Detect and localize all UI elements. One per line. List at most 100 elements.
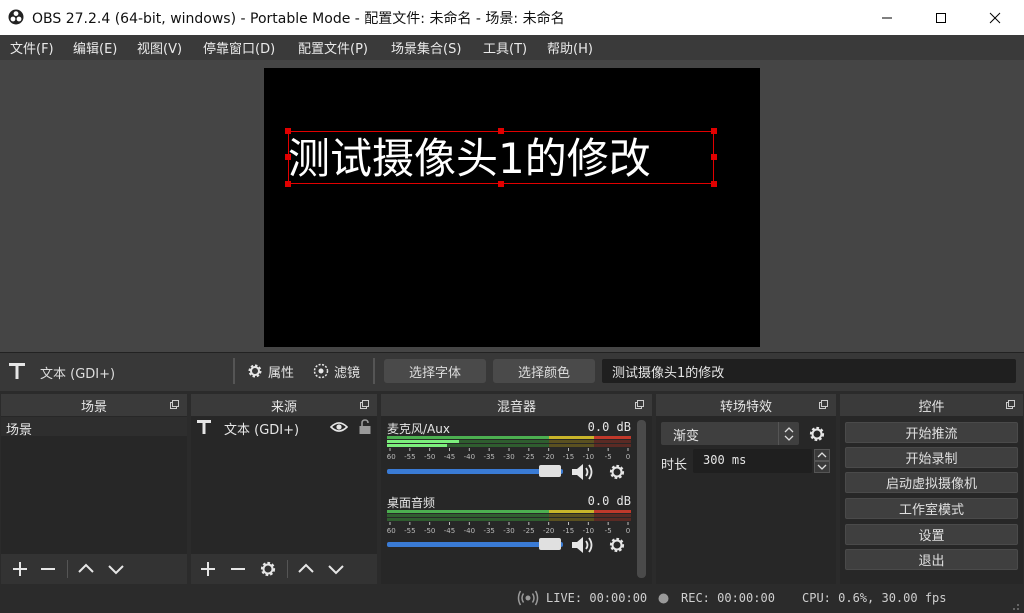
duration-input[interactable]: 300 ms xyxy=(693,449,812,473)
mixer-scrollbar[interactable] xyxy=(637,420,646,578)
gear-icon[interactable] xyxy=(607,462,627,482)
chevron-down-icon[interactable] xyxy=(106,559,126,579)
track-db: 0.0 dB xyxy=(587,420,631,434)
updown-icon xyxy=(784,427,794,441)
resize-handle-bottom-left[interactable] xyxy=(285,181,291,187)
transitions-dock-title: 转场特效 xyxy=(656,394,836,416)
menu-edit[interactable]: 编辑(E) xyxy=(73,38,117,57)
source-item-label: 文本 (GDI+) xyxy=(224,423,300,438)
controls-dock-title: 控件 xyxy=(840,394,1023,416)
duration-label: 时长 xyxy=(661,458,688,473)
meter-tick-label: -50 xyxy=(424,453,435,461)
meter-tick-label: -45 xyxy=(444,527,455,535)
scenes-dock-title: 场景 xyxy=(1,394,187,416)
track-name: 麦克风/Aux xyxy=(387,422,450,436)
chevron-up-icon[interactable] xyxy=(76,559,96,579)
select-font-button[interactable]: 选择字体 xyxy=(384,359,486,383)
resize-handle-top-right[interactable] xyxy=(711,128,717,134)
resize-handle-right[interactable] xyxy=(711,154,717,160)
unlock-icon[interactable] xyxy=(358,419,372,435)
resize-handle-top-left[interactable] xyxy=(285,128,291,134)
resize-handle-top[interactable] xyxy=(498,128,504,134)
properties-button[interactable]: 属性 xyxy=(246,359,294,383)
resize-handle-left[interactable] xyxy=(285,154,291,160)
separator xyxy=(778,422,779,445)
minimize-button[interactable] xyxy=(864,0,910,35)
cpu-status: CPU: 0.6%, 30.00 fps xyxy=(802,591,947,605)
gear-icon xyxy=(248,364,262,378)
float-dock-icon[interactable] xyxy=(819,400,828,409)
close-icon xyxy=(989,12,1001,23)
text-input[interactable]: 测试摄像头1的修改 xyxy=(602,359,1016,383)
speaker-icon[interactable] xyxy=(570,535,596,555)
preview-canvas[interactable] xyxy=(264,68,760,347)
filters-button[interactable]: 滤镜 xyxy=(312,359,360,383)
float-dock-icon[interactable] xyxy=(170,400,179,409)
speaker-icon[interactable] xyxy=(570,462,596,482)
start-recording-button[interactable]: 开始录制 xyxy=(845,447,1018,468)
minimize-icon xyxy=(882,17,892,18)
meter-tick-label: 0 xyxy=(626,453,630,461)
meter-tick-label: -40 xyxy=(464,453,475,461)
resize-handle-bottom-right[interactable] xyxy=(711,181,717,187)
float-dock-icon[interactable] xyxy=(1006,400,1015,409)
add-icon[interactable] xyxy=(198,559,218,579)
transition-select[interactable]: 渐变 xyxy=(661,422,799,445)
select-color-button[interactable]: 选择颜色 xyxy=(493,359,595,383)
meter-tick-label: -25 xyxy=(523,453,534,461)
meter-tick-label: -35 xyxy=(483,453,494,461)
settings-button[interactable]: 设置 xyxy=(845,524,1018,545)
close-button[interactable] xyxy=(972,0,1018,35)
menu-profile[interactable]: 配置文件(P) xyxy=(298,38,368,57)
float-dock-icon[interactable] xyxy=(635,400,644,409)
menu-view[interactable]: 视图(V) xyxy=(137,38,182,57)
add-icon[interactable] xyxy=(10,559,30,579)
separator xyxy=(373,358,375,384)
meter-ticks: -60-55-50-45-40-35-30-25-20-15-10-50 xyxy=(387,522,630,535)
broadcast-icon xyxy=(517,590,539,606)
sources-dock: 来源 文本 (GDI+) xyxy=(191,394,377,584)
scene-item[interactable]: 场景 xyxy=(1,417,187,438)
menu-scene-collection[interactable]: 场景集合(S) xyxy=(391,38,461,57)
chevron-up-icon[interactable] xyxy=(296,559,316,579)
chevron-down-icon[interactable] xyxy=(326,559,346,579)
meter-tick-label: -10 xyxy=(583,527,594,535)
meter-tick-label: -30 xyxy=(503,453,514,461)
selection-box[interactable] xyxy=(288,131,714,184)
start-virtual-camera-button[interactable]: 启动虚拟摄像机 xyxy=(845,472,1018,493)
menu-docks[interactable]: 停靠窗口(D) xyxy=(203,38,275,57)
remove-icon[interactable] xyxy=(38,559,58,579)
separator xyxy=(287,560,288,578)
separator xyxy=(67,560,68,578)
volume-slider-handle[interactable] xyxy=(539,465,561,477)
volume-slider[interactable] xyxy=(387,542,563,547)
scenes-toolbar xyxy=(1,554,187,584)
record-dot-icon xyxy=(658,593,669,604)
maximize-button[interactable] xyxy=(918,0,964,35)
volume-slider-handle[interactable] xyxy=(539,538,561,550)
track-name: 桌面音频 xyxy=(387,496,436,510)
spin-buttons-icon[interactable] xyxy=(814,449,830,473)
volume-slider[interactable] xyxy=(387,469,563,474)
meter-tick-label: -20 xyxy=(543,453,554,461)
resize-handle-bottom[interactable] xyxy=(498,181,504,187)
studio-mode-button[interactable]: 工作室模式 xyxy=(845,498,1018,519)
menu-tools[interactable]: 工具(T) xyxy=(483,38,527,57)
start-streaming-button[interactable]: 开始推流 xyxy=(845,422,1018,443)
controls-title-label: 控件 xyxy=(918,399,945,415)
maximize-icon xyxy=(936,12,946,23)
obs-logo-icon xyxy=(8,9,24,25)
menu-file[interactable]: 文件(F) xyxy=(10,38,54,57)
gear-icon[interactable] xyxy=(258,559,278,579)
scenes-title-label: 场景 xyxy=(80,399,107,415)
float-dock-icon[interactable] xyxy=(360,400,369,409)
gear-icon[interactable] xyxy=(807,424,827,444)
source-item[interactable]: 文本 (GDI+) xyxy=(191,417,377,438)
menu-help[interactable]: 帮助(H) xyxy=(547,38,593,57)
gear-icon[interactable] xyxy=(607,535,627,555)
meter-tick-label: -15 xyxy=(563,453,574,461)
exit-button[interactable]: 退出 xyxy=(845,549,1018,570)
eye-icon[interactable] xyxy=(330,421,348,433)
remove-icon[interactable] xyxy=(228,559,248,579)
resize-grip-icon[interactable] xyxy=(1010,601,1020,611)
